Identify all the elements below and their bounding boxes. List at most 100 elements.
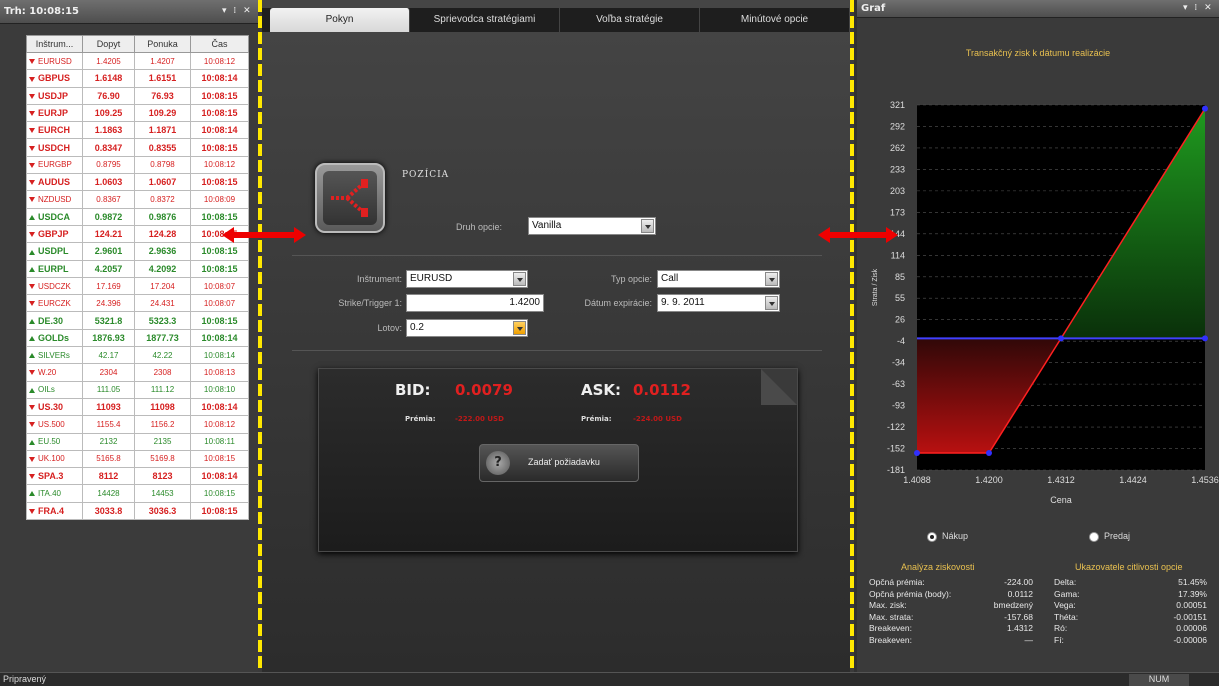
- chevron-down-icon[interactable]: [513, 321, 526, 335]
- metric-value: 0.00006: [1176, 623, 1207, 633]
- bid-cell: 1.0603: [82, 173, 135, 192]
- bid-cell: 1.4205: [82, 51, 135, 71]
- instrument-cell: GBPJP: [26, 224, 83, 244]
- market-row[interactable]: OILs 111.05 111.12 10:08:10: [26, 380, 249, 399]
- metric-label: Max. zisk:: [869, 600, 907, 610]
- chevron-down-icon[interactable]: [641, 219, 654, 233]
- market-row[interactable]: US.30 11093 11098 10:08:14: [26, 397, 249, 417]
- column-header[interactable]: Dopyt: [82, 35, 135, 53]
- market-row[interactable]: EURCH 1.1863 1.1871 10:08:14: [26, 121, 249, 140]
- chevron-down-icon[interactable]: [765, 272, 778, 286]
- splitter-right[interactable]: [850, 0, 854, 672]
- market-row[interactable]: USDPL 2.9601 2.9636 10:08:15: [26, 242, 249, 261]
- lots-select[interactable]: 0.2: [406, 319, 528, 337]
- panel-controls-icon[interactable]: ▾ ⁞ ✕: [1183, 3, 1214, 13]
- arrow-down-icon: [29, 301, 35, 307]
- chevron-down-icon[interactable]: [765, 296, 778, 310]
- instrument-cell: SPA.3: [26, 467, 83, 486]
- market-row[interactable]: FRA.4 3033.8 3036.3 10:08:15: [26, 501, 249, 521]
- divider: [292, 255, 822, 256]
- market-row[interactable]: SILVERs 42.17 42.22 10:08:14: [26, 346, 249, 365]
- instrument-symbol: EURPL: [38, 263, 69, 274]
- market-row[interactable]: GBPJP 124.21 124.28 10:08:15: [26, 224, 249, 244]
- panel-controls-icon[interactable]: ▾ ⁞ ✕: [222, 6, 253, 16]
- bid-cell: 0.8347: [82, 138, 135, 157]
- chevron-down-icon[interactable]: [513, 272, 526, 286]
- branch-icon: [331, 179, 368, 217]
- market-row[interactable]: W.20 2304 2308 10:08:13: [26, 363, 249, 382]
- bid-cell: 0.8367: [82, 190, 135, 209]
- arrow-down-icon: [29, 474, 35, 480]
- arrow-up-icon: [29, 439, 35, 445]
- instrument-symbol: NZDUSD: [38, 195, 72, 205]
- time-cell: 10:08:13: [190, 363, 249, 382]
- market-row[interactable]: DE.30 5321.8 5323.3 10:08:15: [26, 311, 249, 330]
- column-header[interactable]: Čas: [190, 35, 249, 53]
- sell-radio[interactable]: Predaj: [1089, 531, 1130, 542]
- bid-cell: 76.90: [82, 86, 135, 105]
- market-row[interactable]: US.500 1155.4 1156.2 10:08:12: [26, 415, 249, 434]
- bid-cell: 124.21: [82, 224, 135, 244]
- market-row[interactable]: USDJP 76.90 76.93 10:08:15: [26, 86, 249, 105]
- market-row[interactable]: EURUSD 1.4205 1.4207 10:08:12: [26, 51, 249, 71]
- instrument-symbol: W.20: [38, 367, 57, 377]
- ask-cell: 1877.73: [134, 328, 191, 348]
- y-tick-label: -4: [897, 336, 905, 346]
- instrument-cell: USDCH: [26, 138, 83, 157]
- arrow-up-icon: [29, 214, 35, 220]
- tab-pokyn[interactable]: Pokyn: [270, 8, 410, 32]
- page-fold: [761, 369, 797, 405]
- market-row[interactable]: USDCZK 17.169 17.204 10:08:07: [26, 276, 249, 296]
- market-row[interactable]: USDCA 0.9872 0.9876 10:08:15: [26, 207, 249, 226]
- market-row[interactable]: UK.100 5165.8 5169.8 10:08:15: [26, 449, 249, 469]
- market-row[interactable]: AUDUS 1.0603 1.0607 10:08:15: [26, 173, 249, 192]
- bid-cell: 1876.93: [82, 328, 135, 348]
- market-row[interactable]: EURGBP 0.8795 0.8798 10:08:12: [26, 155, 249, 175]
- num-lock-indicator: NUM: [1129, 674, 1189, 686]
- market-row[interactable]: USDCH 0.8347 0.8355 10:08:15: [26, 138, 249, 157]
- bid-cell: 1155.4: [82, 415, 135, 434]
- bid-cell: 0.9872: [82, 207, 135, 226]
- market-row[interactable]: GOLDs 1876.93 1877.73 10:08:14: [26, 328, 249, 348]
- column-header[interactable]: Inštrum...: [26, 35, 83, 53]
- column-header[interactable]: Ponuka: [134, 35, 191, 53]
- instrument-cell: GBPUS: [26, 69, 83, 88]
- arrow-up-icon: [29, 318, 35, 324]
- instrument-cell: EURGBP: [26, 155, 83, 175]
- market-watch-title: Trh: 10:08:15: [4, 6, 79, 17]
- market-row[interactable]: EURCZK 24.396 24.431 10:08:07: [26, 294, 249, 313]
- arrow-up-icon: [29, 491, 35, 497]
- instrument-symbol: USDCA: [38, 211, 71, 222]
- market-row[interactable]: ITA.40 14428 14453 10:08:15: [26, 484, 249, 503]
- y-tick-label: 55: [895, 293, 905, 303]
- expiry-select[interactable]: 9. 9. 2011: [657, 294, 780, 312]
- ask-cell: 0.9876: [134, 207, 191, 226]
- tab-strategy-guide[interactable]: Sprievodca stratégiami: [410, 8, 560, 32]
- option-type-select[interactable]: Call: [657, 270, 780, 288]
- time-cell: 10:08:12: [190, 415, 249, 434]
- buy-radio[interactable]: Nákup: [927, 531, 968, 542]
- ask-cell: 4.2092: [134, 259, 191, 278]
- market-row[interactable]: EU.50 2132 2135 10:08:11: [26, 432, 249, 451]
- metric-value: 51.45%: [1178, 577, 1207, 587]
- market-watch-panel: Trh: 10:08:15 ▾ ⁞ ✕ Inštrum... Dopyt Ponuk…: [0, 0, 258, 672]
- metric-label: Delta:: [1054, 577, 1077, 587]
- payoff-chart: 321292262233203173144114855526-4-34-63-9…: [872, 100, 1219, 505]
- tab-strategy-choice[interactable]: Voľba stratégie: [560, 8, 700, 32]
- instrument-select[interactable]: EURUSD: [406, 270, 528, 288]
- market-row[interactable]: EURPL 4.2057 4.2092 10:08:15: [26, 259, 249, 278]
- option-kind-select[interactable]: Vanilla: [528, 217, 656, 235]
- data-point: [1202, 105, 1208, 112]
- tab-minute-options[interactable]: Minútové opcie: [700, 8, 850, 32]
- ask-cell: 3036.3: [134, 501, 191, 521]
- divider: [292, 350, 822, 351]
- market-row[interactable]: SPA.3 8112 8123 10:08:14: [26, 467, 249, 486]
- metric-value: —: [1024, 634, 1034, 645]
- market-row[interactable]: GBPUS 1.6148 1.6151 10:08:14: [26, 69, 249, 88]
- instrument-cell: AUDUS: [26, 173, 83, 192]
- strike-input[interactable]: 1.4200: [406, 294, 544, 312]
- instrument-symbol: GBPUS: [38, 73, 71, 84]
- market-row[interactable]: NZDUSD 0.8367 0.8372 10:08:09: [26, 190, 249, 209]
- market-row[interactable]: EURJP 109.25 109.29 10:08:15: [26, 103, 249, 123]
- submit-request-button[interactable]: ? Zadať požiadavku: [479, 444, 639, 482]
